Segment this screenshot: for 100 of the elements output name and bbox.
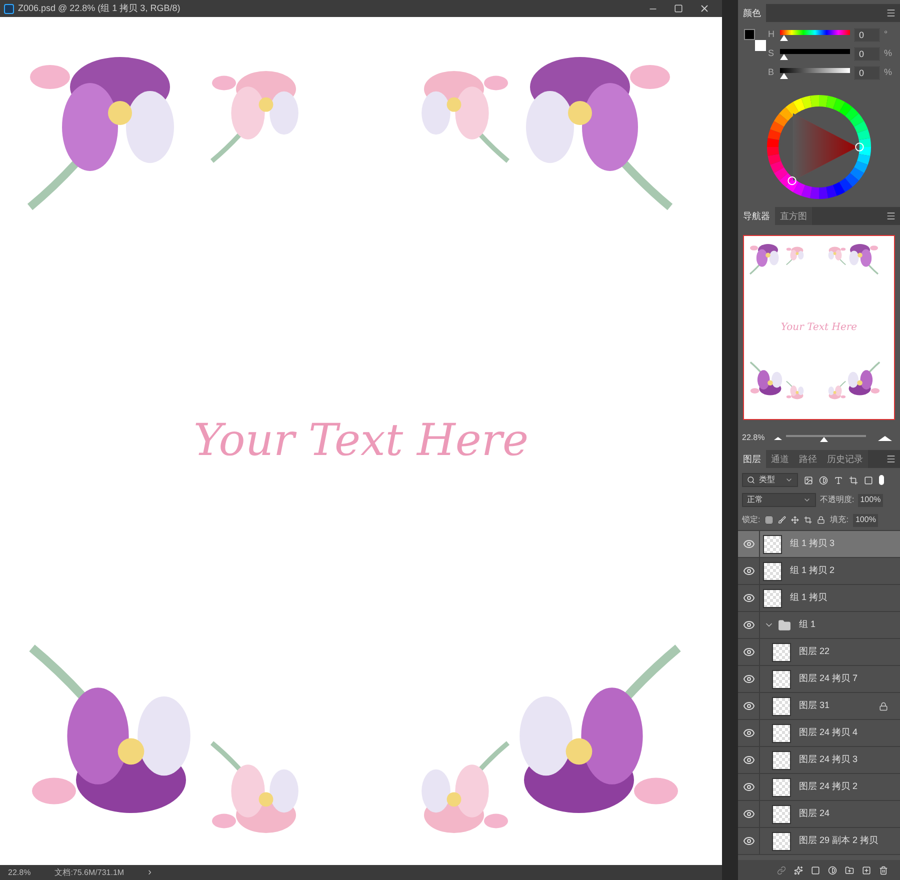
channel-value-field[interactable]: 0: [854, 66, 880, 80]
close-icon[interactable]: [699, 3, 710, 14]
zoom-slider[interactable]: [786, 434, 866, 442]
opacity-field[interactable]: 100%: [858, 494, 883, 506]
eye-icon[interactable]: [742, 592, 754, 604]
document-title: Z006.psd @ 22.8% (组 1 拷贝 3, RGB/8): [18, 2, 182, 15]
layer-row[interactable]: 组 1 拷贝 3: [738, 531, 900, 558]
layer-row[interactable]: 组 1 拷贝: [738, 585, 900, 612]
layer-row[interactable]: 图层 22: [738, 639, 900, 666]
layer-name: 图层 24 拷贝 2: [799, 780, 859, 794]
maximize-icon[interactable]: [674, 4, 683, 13]
text-filter-icon[interactable]: [834, 476, 843, 484]
eye-icon[interactable]: [742, 727, 754, 739]
channel-slider[interactable]: [780, 67, 850, 79]
slider-thumb[interactable]: [780, 73, 788, 79]
channel-unit: °: [884, 28, 888, 42]
layer-thumbnail: [772, 750, 791, 770]
channel-label: B: [768, 66, 776, 80]
panel-menu-icon[interactable]: [886, 8, 896, 18]
panel-tab[interactable]: 路径: [794, 450, 822, 468]
panel-tab[interactable]: 历史记录: [822, 450, 868, 468]
mountain-icon[interactable]: [878, 436, 892, 440]
eye-icon[interactable]: [742, 835, 754, 847]
layer-row[interactable]: 图层 24 拷贝 2: [738, 774, 900, 801]
layer-row[interactable]: 图层 24 拷贝 3: [738, 747, 900, 774]
eye-icon[interactable]: [742, 700, 754, 712]
eye-icon[interactable]: [742, 673, 754, 685]
move-icon[interactable]: [791, 516, 800, 524]
eye-icon[interactable]: [742, 808, 754, 820]
channel-value-field[interactable]: 0: [854, 47, 880, 61]
layer-row[interactable]: 图层 24 拷贝 4: [738, 720, 900, 747]
fill-label: 填充:: [830, 514, 848, 526]
chevron-icon: [785, 476, 793, 484]
layer-name: 图层 24 拷贝 4: [799, 726, 859, 740]
search-icon: [747, 476, 755, 484]
layer-thumbnail: [763, 562, 782, 580]
status-arrow[interactable]: ›: [148, 865, 152, 880]
panel-tab[interactable]: 直方图: [775, 207, 812, 225]
mountain-icon[interactable]: [774, 436, 782, 440]
effects-icon[interactable]: [794, 866, 803, 874]
channel-value-field[interactable]: 0: [854, 28, 880, 42]
fill-field[interactable]: 100%: [853, 514, 878, 526]
channel-label: H: [768, 28, 776, 42]
new-layer-icon[interactable]: [862, 866, 871, 874]
layer-name: 图层 24 拷贝 7: [799, 672, 859, 686]
filter-dropdown[interactable]: 类型: [742, 473, 798, 487]
layer-row[interactable]: 图层 24 拷贝 7: [738, 666, 900, 693]
layer-row[interactable]: 图层 31: [738, 693, 900, 720]
layer-row[interactable]: 组 1 拷贝 2: [738, 558, 900, 585]
channel-slider[interactable]: [780, 29, 850, 41]
layer-name: 组 1: [799, 618, 817, 632]
slider-thumb[interactable]: [780, 54, 788, 60]
filter-toggle-icon[interactable]: [879, 475, 884, 485]
panel-tab[interactable]: 颜色: [738, 4, 766, 22]
navigator-zoom: 22.8%: [742, 432, 766, 444]
new-group-icon[interactable]: [845, 866, 854, 874]
adjustment-filter-icon[interactable]: [819, 476, 828, 484]
layer-name: 图层 31: [799, 699, 831, 712]
eye-icon[interactable]: [742, 565, 754, 577]
layer-thumbnail: [763, 588, 782, 608]
layer-thumbnail: [772, 696, 791, 716]
layer-row[interactable]: 组 1: [738, 612, 900, 639]
layer-name: 图层 29 副本 2 拷贝: [799, 834, 880, 848]
delete-icon[interactable]: [879, 866, 888, 874]
eye-icon[interactable]: [742, 754, 754, 766]
lock-label: 锁定:: [742, 514, 760, 526]
foreground-swatch[interactable]: [744, 29, 755, 40]
background-swatch[interactable]: [755, 40, 766, 51]
layer-thumbnail: [772, 804, 791, 824]
panel-tab[interactable]: 图层: [738, 450, 766, 468]
lock-pixels-icon[interactable]: [765, 516, 774, 524]
zoom-readout: 22.8%: [8, 866, 31, 878]
slider-thumb[interactable]: [820, 437, 828, 442]
channel-unit: %: [884, 66, 892, 80]
layer-thumbnail: [772, 778, 791, 796]
mask-icon[interactable]: [811, 866, 820, 874]
lock-icon[interactable]: [817, 516, 826, 524]
adjustment-icon[interactable]: [828, 866, 837, 874]
layer-row[interactable]: 图层 24: [738, 801, 900, 828]
link-icon[interactable]: [777, 866, 786, 874]
eye-icon[interactable]: [742, 619, 754, 631]
layer-row[interactable]: 图层 29 副本 2 拷贝: [738, 828, 900, 855]
channel-slider[interactable]: [780, 48, 850, 60]
panel-menu-icon[interactable]: [886, 454, 896, 464]
eye-icon[interactable]: [742, 538, 754, 550]
eye-icon[interactable]: [742, 781, 754, 793]
panel-tab[interactable]: 通道: [766, 450, 794, 468]
panel-tab[interactable]: 导航器: [738, 207, 775, 225]
layer-thumbnail: [772, 832, 791, 850]
brush-icon[interactable]: [778, 516, 786, 524]
image-filter-icon[interactable]: [804, 476, 813, 484]
slider-thumb[interactable]: [780, 35, 788, 41]
panel-menu-icon[interactable]: [886, 211, 896, 221]
eye-icon[interactable]: [742, 646, 754, 658]
document-size: 文档:75.6M/731.1M: [54, 866, 124, 878]
chevron-icon: [803, 496, 811, 504]
channel-label: S: [768, 47, 776, 60]
layer-name: 图层 24 拷贝 3: [799, 753, 859, 766]
blend-mode-dropdown[interactable]: 正常: [742, 493, 816, 507]
thumbnail-script-text: Your Text Here: [780, 321, 858, 335]
